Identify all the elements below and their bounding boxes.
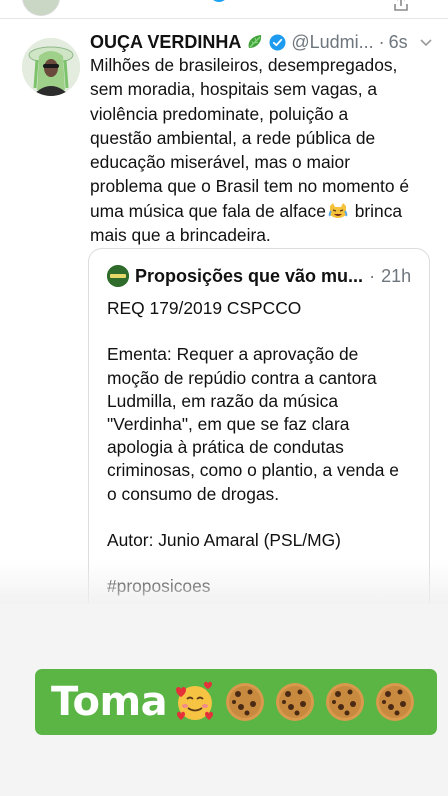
sticker-banner: Toma <box>35 669 437 735</box>
previous-tweet-strip <box>0 0 448 18</box>
cookie-icon <box>226 683 265 721</box>
cookie-icon <box>376 683 415 721</box>
quoted-avatar-logo <box>107 265 129 287</box>
tweet-text-fragment: brinca <box>349 200 403 221</box>
quoted-tweet[interactable]: Proposições que vão mu... · 21h REQ 179/… <box>88 248 430 604</box>
smiling-face-with-hearts-icon <box>176 681 214 720</box>
quoted-tweet-header: Proposições que vão mu... · 21h <box>135 263 425 289</box>
cookie-icon <box>326 683 365 721</box>
header-separator: · <box>378 31 385 52</box>
display-name[interactable]: OUÇA VERDINHA <box>90 32 241 53</box>
bottom-fade <box>0 560 448 604</box>
tweet-divider <box>0 18 448 19</box>
quoted-tweet-avatar[interactable] <box>107 265 129 287</box>
banner-text: Toma <box>51 679 168 725</box>
previous-tweet-avatar[interactable] <box>22 0 60 16</box>
tweet-text: Milhões de brasileiros, desempregados, s… <box>90 53 442 247</box>
tweet-text-line: Milhões de brasileiros, desempregados, <box>90 55 398 75</box>
tweet-text-fragment: uma música que fala de alface <box>90 200 326 221</box>
twitter-bird-icon <box>213 0 225 2</box>
lettuce-emoji-icon <box>248 35 262 48</box>
handle[interactable]: @Ludmi... <box>291 32 373 53</box>
tweet-text-line: uma música que fala de alface brinca <box>90 199 442 223</box>
cookie-icon <box>276 683 315 721</box>
quoted-display-name[interactable]: Proposições que vão mu... <box>135 266 363 287</box>
tweet-text-line: sem moradia, hospitais sem vagas, a <box>90 79 378 100</box>
tweet-text-line: educação miserável, mas o maior <box>90 152 351 173</box>
timestamp[interactable]: 6s <box>389 32 408 53</box>
tweet-card[interactable]: OUÇA VERDINHA @Ludmi... · 6s Milhões de … <box>0 0 448 604</box>
verified-badge-icon <box>269 34 286 50</box>
quoted-tweet-body: REQ 179/2019 CSPCCO Ementa: Requer a apr… <box>107 298 399 596</box>
avatar-image <box>22 38 80 96</box>
quoted-header-separator: · <box>369 265 376 286</box>
tweet-text-line: questão ambiental, a rede pública de <box>90 127 376 148</box>
tweet-text-line: problema que o Brasil tem no momento é <box>90 176 409 197</box>
avatar[interactable] <box>22 38 80 96</box>
tweet-header: OUÇA VERDINHA @Ludmi... · 6s <box>90 30 440 54</box>
share-icon[interactable] <box>392 0 410 12</box>
quoted-timestamp[interactable]: 21h <box>381 266 411 287</box>
tweet-text-line: mais que a brincadeira. <box>90 225 271 246</box>
tweet-text-line: violência predominate, poluição a <box>90 103 349 124</box>
chevron-down-icon[interactable] <box>418 34 434 50</box>
crying-laughing-cat-icon <box>328 202 348 218</box>
